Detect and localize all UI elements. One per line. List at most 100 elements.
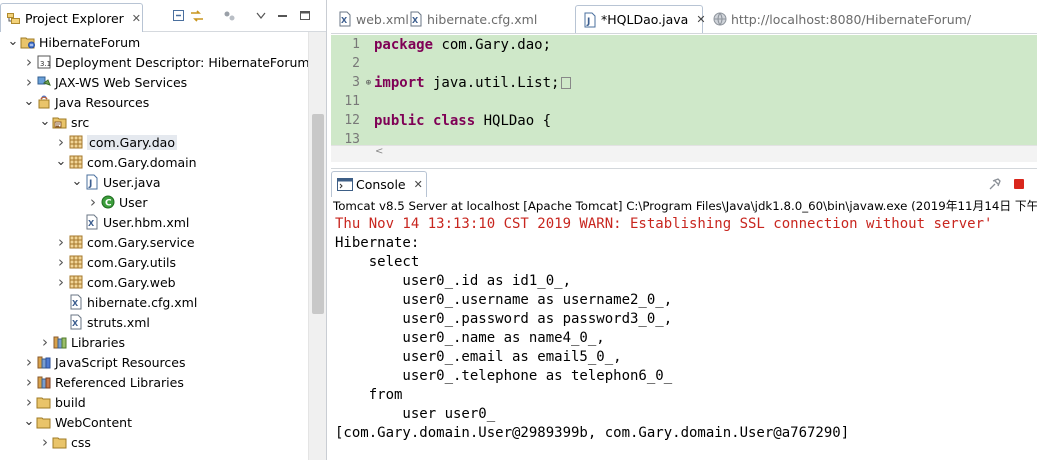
editor-tab[interactable]: http://localhost:8080/HibernateForum/ <box>706 5 1006 33</box>
collapsed-arrow-icon[interactable]: › <box>22 393 36 411</box>
close-icon[interactable]: ✕ <box>414 178 423 191</box>
web-services-icon <box>36 74 52 90</box>
console-output[interactable]: Thu Nov 14 13:13:10 CST 2019 WARN: Estab… <box>335 216 1037 444</box>
expanded-arrow-icon[interactable]: ⌄ <box>54 155 68 168</box>
tree-item[interactable]: › Referenced Libraries <box>0 372 308 392</box>
tree-item-label: Java Resources <box>55 94 150 110</box>
editor-tab[interactable]: Xweb.xml <box>331 5 409 33</box>
expanded-arrow-icon[interactable]: ⌄ <box>6 35 20 48</box>
editor-horizontal-scrollbar[interactable]: < <box>331 145 1037 162</box>
tree-item-label: HibernateForum <box>39 34 141 50</box>
tree-item-label: build <box>55 394 86 410</box>
console-line: user0_.id as id1_0_, <box>335 273 572 289</box>
tree-item[interactable]: ⌄ WebContent <box>0 412 308 432</box>
tree-item[interactable]: Xhibernate.cfg.xml <box>0 292 308 312</box>
expanded-arrow-icon[interactable]: ⌄ <box>22 415 36 428</box>
console-line: Hibernate: <box>335 235 428 251</box>
tree-item[interactable]: › com.Gary.dao <box>0 132 308 152</box>
tree-item[interactable]: X User.hbm.xml <box>0 212 308 232</box>
project-explorer-tab[interactable]: Project Explorer ✕ <box>0 3 143 32</box>
referenced-libraries-icon <box>36 374 52 390</box>
tree-item-label: com.Gary.web <box>87 274 176 290</box>
java-resources-icon <box>36 94 52 110</box>
tree-item[interactable]: › Libraries <box>0 332 308 352</box>
collapsed-arrow-icon[interactable]: › <box>54 253 68 271</box>
editor-tab-label: web.xml <box>356 11 409 27</box>
view-menu-icon[interactable] <box>252 8 270 24</box>
maximize-icon[interactable] <box>296 8 314 24</box>
link-with-editor-icon[interactable] <box>188 8 206 24</box>
tree-item-label: Libraries <box>71 334 125 350</box>
project-explorer-header: Project Explorer ✕ <box>0 0 326 32</box>
tree-item[interactable]: › JavaScript Resources <box>0 352 308 372</box>
console-line: user0_.name as name4_0_, <box>335 330 605 346</box>
tree-item[interactable]: › com.Gary.utils <box>0 252 308 272</box>
expanded-arrow-icon[interactable]: ⌄ <box>70 175 84 188</box>
tree-item[interactable]: ⌄ J User.java <box>0 172 308 192</box>
fold-expand-icon[interactable]: ⊕ <box>363 78 374 88</box>
console-tab[interactable]: Console ✕ <box>331 171 427 197</box>
tree-item[interactable]: › build <box>0 392 308 412</box>
collapsed-arrow-icon[interactable]: › <box>22 373 36 391</box>
tree-item[interactable]: › JAX-WS Web Services <box>0 72 308 92</box>
console-process-description: Tomcat v8.5 Server at localhost [Apache … <box>333 199 1037 213</box>
scrollbar-thumb[interactable] <box>312 114 324 314</box>
scroll-left-arrow-icon[interactable]: < <box>375 146 383 157</box>
code-rest: com.Gary.dao; <box>433 36 552 53</box>
tree-item[interactable]: › com.Gary.web <box>0 272 308 292</box>
svg-text:X: X <box>88 219 95 228</box>
collapsed-arrow-icon[interactable]: › <box>54 133 68 151</box>
tree-vertical-scrollbar[interactable] <box>308 32 326 460</box>
editor-tab[interactable]: J *HQLDao.java ✕ <box>575 5 706 33</box>
code-line: 1 package com.Gary.dao; <box>331 35 1037 54</box>
keyword: package <box>374 36 434 53</box>
package-icon <box>68 134 84 150</box>
tree-item[interactable]: › css <box>0 432 308 452</box>
code-line: 2 <box>331 54 1037 73</box>
close-icon[interactable]: ✕ <box>132 12 141 25</box>
minimize-icon[interactable] <box>274 8 292 24</box>
tree-item[interactable]: Xstruts.xml <box>0 312 308 332</box>
collapsed-arrow-icon[interactable]: › <box>54 273 68 291</box>
collapsed-arrow-icon[interactable]: › <box>54 233 68 251</box>
collapsed-arrow-icon[interactable]: › <box>38 333 52 351</box>
code-rest: java.util.List; <box>424 74 560 91</box>
console-title: Console <box>356 177 406 192</box>
tree-item[interactable]: ⌄ Java Resources <box>0 92 308 112</box>
collapsed-arrow-icon[interactable]: › <box>38 433 52 451</box>
tree-item[interactable]: ⌄ HibernateForum <box>0 32 308 52</box>
collapsed-block-marker[interactable] <box>561 76 572 89</box>
console-line: user user0_ <box>335 406 496 422</box>
svg-text:X: X <box>412 16 419 25</box>
svg-text:J: J <box>586 17 590 27</box>
close-icon[interactable]: ✕ <box>696 13 705 26</box>
project-explorer-icon <box>7 12 21 24</box>
tree-item[interactable]: ⌄ src <box>0 112 308 132</box>
editor-tab-label: hibernate.cfg.xml <box>427 11 538 27</box>
collapsed-arrow-icon[interactable]: › <box>22 73 36 91</box>
tree-item[interactable]: › C User <box>0 192 308 212</box>
tree-item-label: JAX-WS Web Services <box>55 74 188 90</box>
collapsed-arrow-icon[interactable]: › <box>22 53 36 71</box>
code-line: 3 ⊕ import java.util.List; <box>331 73 1037 92</box>
pin-console-icon[interactable] <box>987 176 1003 192</box>
editor-tab[interactable]: Xhibernate.cfg.xml <box>402 5 574 33</box>
code-editor[interactable]: 1 package com.Gary.dao; 2 3 ⊕ import java.uti… <box>331 35 1037 147</box>
console-line: user0_.password as password3_0_, <box>335 311 673 327</box>
editor-tab-label: http://localhost:8080/HibernateForum/ <box>731 11 972 27</box>
tree-item[interactable]: › 3.1 Deployment Descriptor: HibernateForu… <box>0 52 308 72</box>
terminate-icon[interactable] <box>1011 176 1027 192</box>
collapsed-arrow-icon[interactable]: › <box>86 193 100 211</box>
console-line: user0_.telephone as telephon6_0_ <box>335 368 673 384</box>
tree-item-label: com.Gary.service <box>87 234 195 250</box>
tree-item[interactable]: › com.Gary.service <box>0 232 308 252</box>
collapsed-arrow-icon[interactable]: › <box>22 353 36 371</box>
collapse-all-icon[interactable] <box>170 8 188 24</box>
expanded-arrow-icon[interactable]: ⌄ <box>38 115 52 128</box>
filter-icon[interactable] <box>220 8 238 24</box>
expanded-arrow-icon[interactable]: ⌄ <box>22 95 36 108</box>
tree-item[interactable]: ⌄ com.Gary.domain <box>0 152 308 172</box>
package-icon <box>68 254 84 270</box>
console-warning-line: Thu Nov 14 13:13:10 CST 2019 WARN: Estab… <box>335 216 993 232</box>
javascript-resources-icon <box>36 354 52 370</box>
